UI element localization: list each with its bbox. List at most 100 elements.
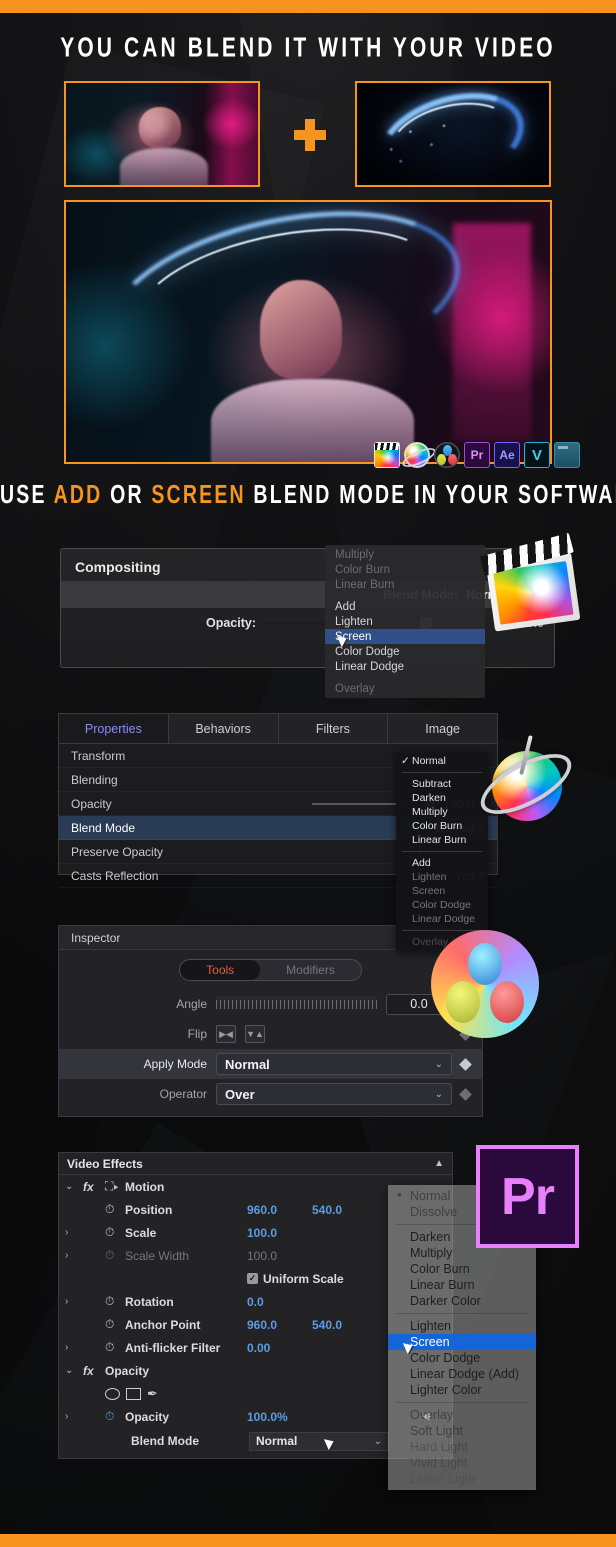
- inspector-tab-bar: Tools Modifiers: [59, 950, 482, 989]
- chevron-right-icon[interactable]: ›: [65, 1227, 77, 1238]
- scale-width-value: 100.0: [247, 1248, 278, 1263]
- anchor-x-value[interactable]: 960.0: [247, 1318, 277, 1332]
- motion-group-label: Motion: [125, 1179, 165, 1194]
- inspector-row-operator[interactable]: Operator Over ⌄: [59, 1079, 482, 1109]
- fcp-menu-item-lighten[interactable]: Lighten: [325, 614, 485, 629]
- pr-menu-item-linear-dodge[interactable]: Linear Dodge (Add): [388, 1366, 536, 1382]
- apply-mode-label: Apply Mode: [143, 1057, 207, 1071]
- pr-menu-item-darker-color[interactable]: Darker Color: [388, 1293, 536, 1309]
- flip-vertical-icon[interactable]: ▼▲: [245, 1025, 265, 1043]
- pr-menu-item-lighten[interactable]: Lighten: [388, 1318, 536, 1334]
- chevron-right-icon[interactable]: ›: [65, 1342, 77, 1353]
- top-accent-bar: [0, 0, 616, 13]
- opacity-value[interactable]: 100.0%: [247, 1410, 288, 1424]
- pr-menu-item-linear-light[interactable]: Linear Light: [388, 1471, 536, 1487]
- fx-icon: fx: [83, 1363, 94, 1378]
- motion-menu-item-add[interactable]: Add: [396, 856, 488, 870]
- tab-tools[interactable]: Tools: [180, 960, 261, 980]
- pr-menu-item-linear-burn[interactable]: Linear Burn: [388, 1277, 536, 1293]
- pen-mask-icon[interactable]: ✒: [147, 1386, 158, 1402]
- premiere-blend-mode-dropdown[interactable]: Normal ⌄: [249, 1431, 389, 1451]
- rotation-value[interactable]: 0.0: [247, 1295, 264, 1309]
- apply-mode-value: Normal: [225, 1056, 270, 1072]
- opacity-group-label: Opacity: [105, 1363, 150, 1378]
- chevron-right-icon[interactable]: ›: [65, 1411, 77, 1422]
- inspector-row-angle[interactable]: Angle 0.0: [59, 989, 482, 1019]
- fcp-menu-item-add[interactable]: Add: [325, 599, 485, 614]
- stopwatch-icon[interactable]: ⏱: [105, 1409, 119, 1424]
- angle-slider[interactable]: [216, 995, 377, 1013]
- collapse-caret-icon[interactable]: ▲: [434, 1158, 444, 1169]
- opacity-label: Opacity: [125, 1409, 170, 1424]
- video-effects-title: Video Effects: [67, 1156, 143, 1171]
- fcp-menu-item[interactable]: Linear Dodge: [325, 659, 485, 674]
- headline-add-accent: ADD: [53, 480, 103, 510]
- position-label: Position: [125, 1202, 173, 1217]
- fcp-menu-item-screen[interactable]: Screen: [325, 629, 485, 644]
- anchor-y-value[interactable]: 540.0: [312, 1318, 342, 1332]
- uniform-scale-checkbox[interactable]: ✓: [247, 1273, 258, 1284]
- tab-filters[interactable]: Filters: [278, 714, 389, 743]
- fcp-menu-item[interactable]: Color Burn: [325, 562, 485, 577]
- fcp-menu-item[interactable]: Multiply: [325, 547, 485, 562]
- resolve-inspector-panel: Inspector ••• Tools Modifiers Angle 0.0 …: [58, 925, 483, 1117]
- headline-secondary: USE ADD OR SCREEN BLEND MODE IN YOUR SOF…: [0, 480, 616, 510]
- motion-menu-item[interactable]: Color Dodge: [396, 898, 488, 912]
- final-cut-pro-icon: [374, 442, 400, 468]
- flip-horizontal-icon[interactable]: ▶◀: [216, 1025, 236, 1043]
- pr-menu-item-overlay[interactable]: Overlay: [388, 1407, 536, 1423]
- overlay-effect-thumbnail: [355, 81, 551, 187]
- stopwatch-icon[interactable]: ⏱: [105, 1294, 119, 1309]
- pr-menu-item-color-burn[interactable]: Color Burn: [388, 1261, 536, 1277]
- motion-menu-item-screen[interactable]: Screen: [396, 884, 488, 898]
- inspector-row-apply-mode[interactable]: Apply Mode Normal ⌄: [59, 1049, 482, 1079]
- fx-icon: fx: [83, 1179, 94, 1194]
- motion-preserve-opacity-label: Preserve Opacity: [71, 844, 164, 859]
- inspector-row-flip[interactable]: Flip ▶◀ ▼▲: [59, 1019, 482, 1049]
- pr-menu-item-hard-light[interactable]: Hard Light: [388, 1439, 536, 1455]
- pr-menu-item-vivid-light[interactable]: Vivid Light: [388, 1455, 536, 1471]
- davinci-resolve-icon: [434, 442, 460, 468]
- premiere-pro-icon: Pr: [464, 442, 490, 468]
- bottom-accent-bar: [0, 1534, 616, 1547]
- position-x-value[interactable]: 960.0: [247, 1203, 277, 1217]
- pr-menu-item-soft-light[interactable]: Soft Light: [388, 1423, 536, 1439]
- rotation-label: Rotation: [125, 1294, 174, 1309]
- motion-menu-item[interactable]: Linear Dodge: [396, 912, 488, 926]
- chevron-down-icon: ⌄: [373, 1435, 382, 1447]
- operator-dropdown[interactable]: Over ⌄: [216, 1083, 452, 1105]
- flip-label: Flip: [187, 1027, 207, 1041]
- fcp-menu-item[interactable]: Color Dodge: [325, 644, 485, 659]
- operator-keyframe-icon[interactable]: [459, 1087, 472, 1101]
- anti-flicker-value[interactable]: 0.00: [247, 1341, 270, 1355]
- headline-primary: YOU CAN BLEND IT WITH YOUR VIDEO: [60, 32, 556, 64]
- apply-mode-dropdown[interactable]: Normal ⌄: [216, 1053, 452, 1075]
- stopwatch-icon[interactable]: ⏱: [105, 1225, 119, 1240]
- tab-behaviors[interactable]: Behaviors: [168, 714, 279, 743]
- stopwatch-icon[interactable]: ⏱: [105, 1202, 119, 1217]
- chevron-right-icon[interactable]: ›: [65, 1250, 77, 1261]
- pr-menu-item-lighter-color[interactable]: Lighter Color: [388, 1382, 536, 1398]
- software-icon-strip: Pr Ae V: [374, 442, 580, 468]
- headline-screen-accent: SCREEN: [151, 480, 246, 510]
- motion-menu-item-lighten[interactable]: Lighten: [396, 870, 488, 884]
- stopwatch-icon[interactable]: ⏱: [105, 1317, 119, 1332]
- angle-label: Angle: [176, 997, 207, 1011]
- fcp-menu-item[interactable]: Overlay: [325, 681, 485, 696]
- tab-properties[interactable]: Properties: [59, 714, 169, 743]
- source-video-thumbnail: [64, 81, 260, 187]
- apply-mode-keyframe-icon[interactable]: [459, 1057, 472, 1071]
- rectangle-mask-icon[interactable]: [126, 1387, 141, 1400]
- stopwatch-icon[interactable]: ⏱: [105, 1340, 119, 1355]
- anti-flicker-label: Anti-flicker Filter: [125, 1340, 221, 1355]
- chevron-down-icon[interactable]: ⌄: [65, 1181, 77, 1192]
- fcp-menu-item[interactable]: Linear Burn: [325, 577, 485, 592]
- chevron-down-icon[interactable]: ⌄: [65, 1365, 77, 1376]
- chevron-right-icon[interactable]: ›: [65, 1296, 77, 1307]
- tab-modifiers[interactable]: Modifiers: [260, 960, 361, 980]
- position-y-value[interactable]: 540.0: [312, 1203, 342, 1217]
- scale-value[interactable]: 100.0: [247, 1226, 277, 1240]
- ellipse-mask-icon[interactable]: [105, 1387, 120, 1400]
- fcp-blend-mode-dropdown-menu[interactable]: Multiply Color Burn Linear Burn Add Ligh…: [325, 545, 485, 698]
- stopwatch-icon: ⏱: [105, 1248, 115, 1262]
